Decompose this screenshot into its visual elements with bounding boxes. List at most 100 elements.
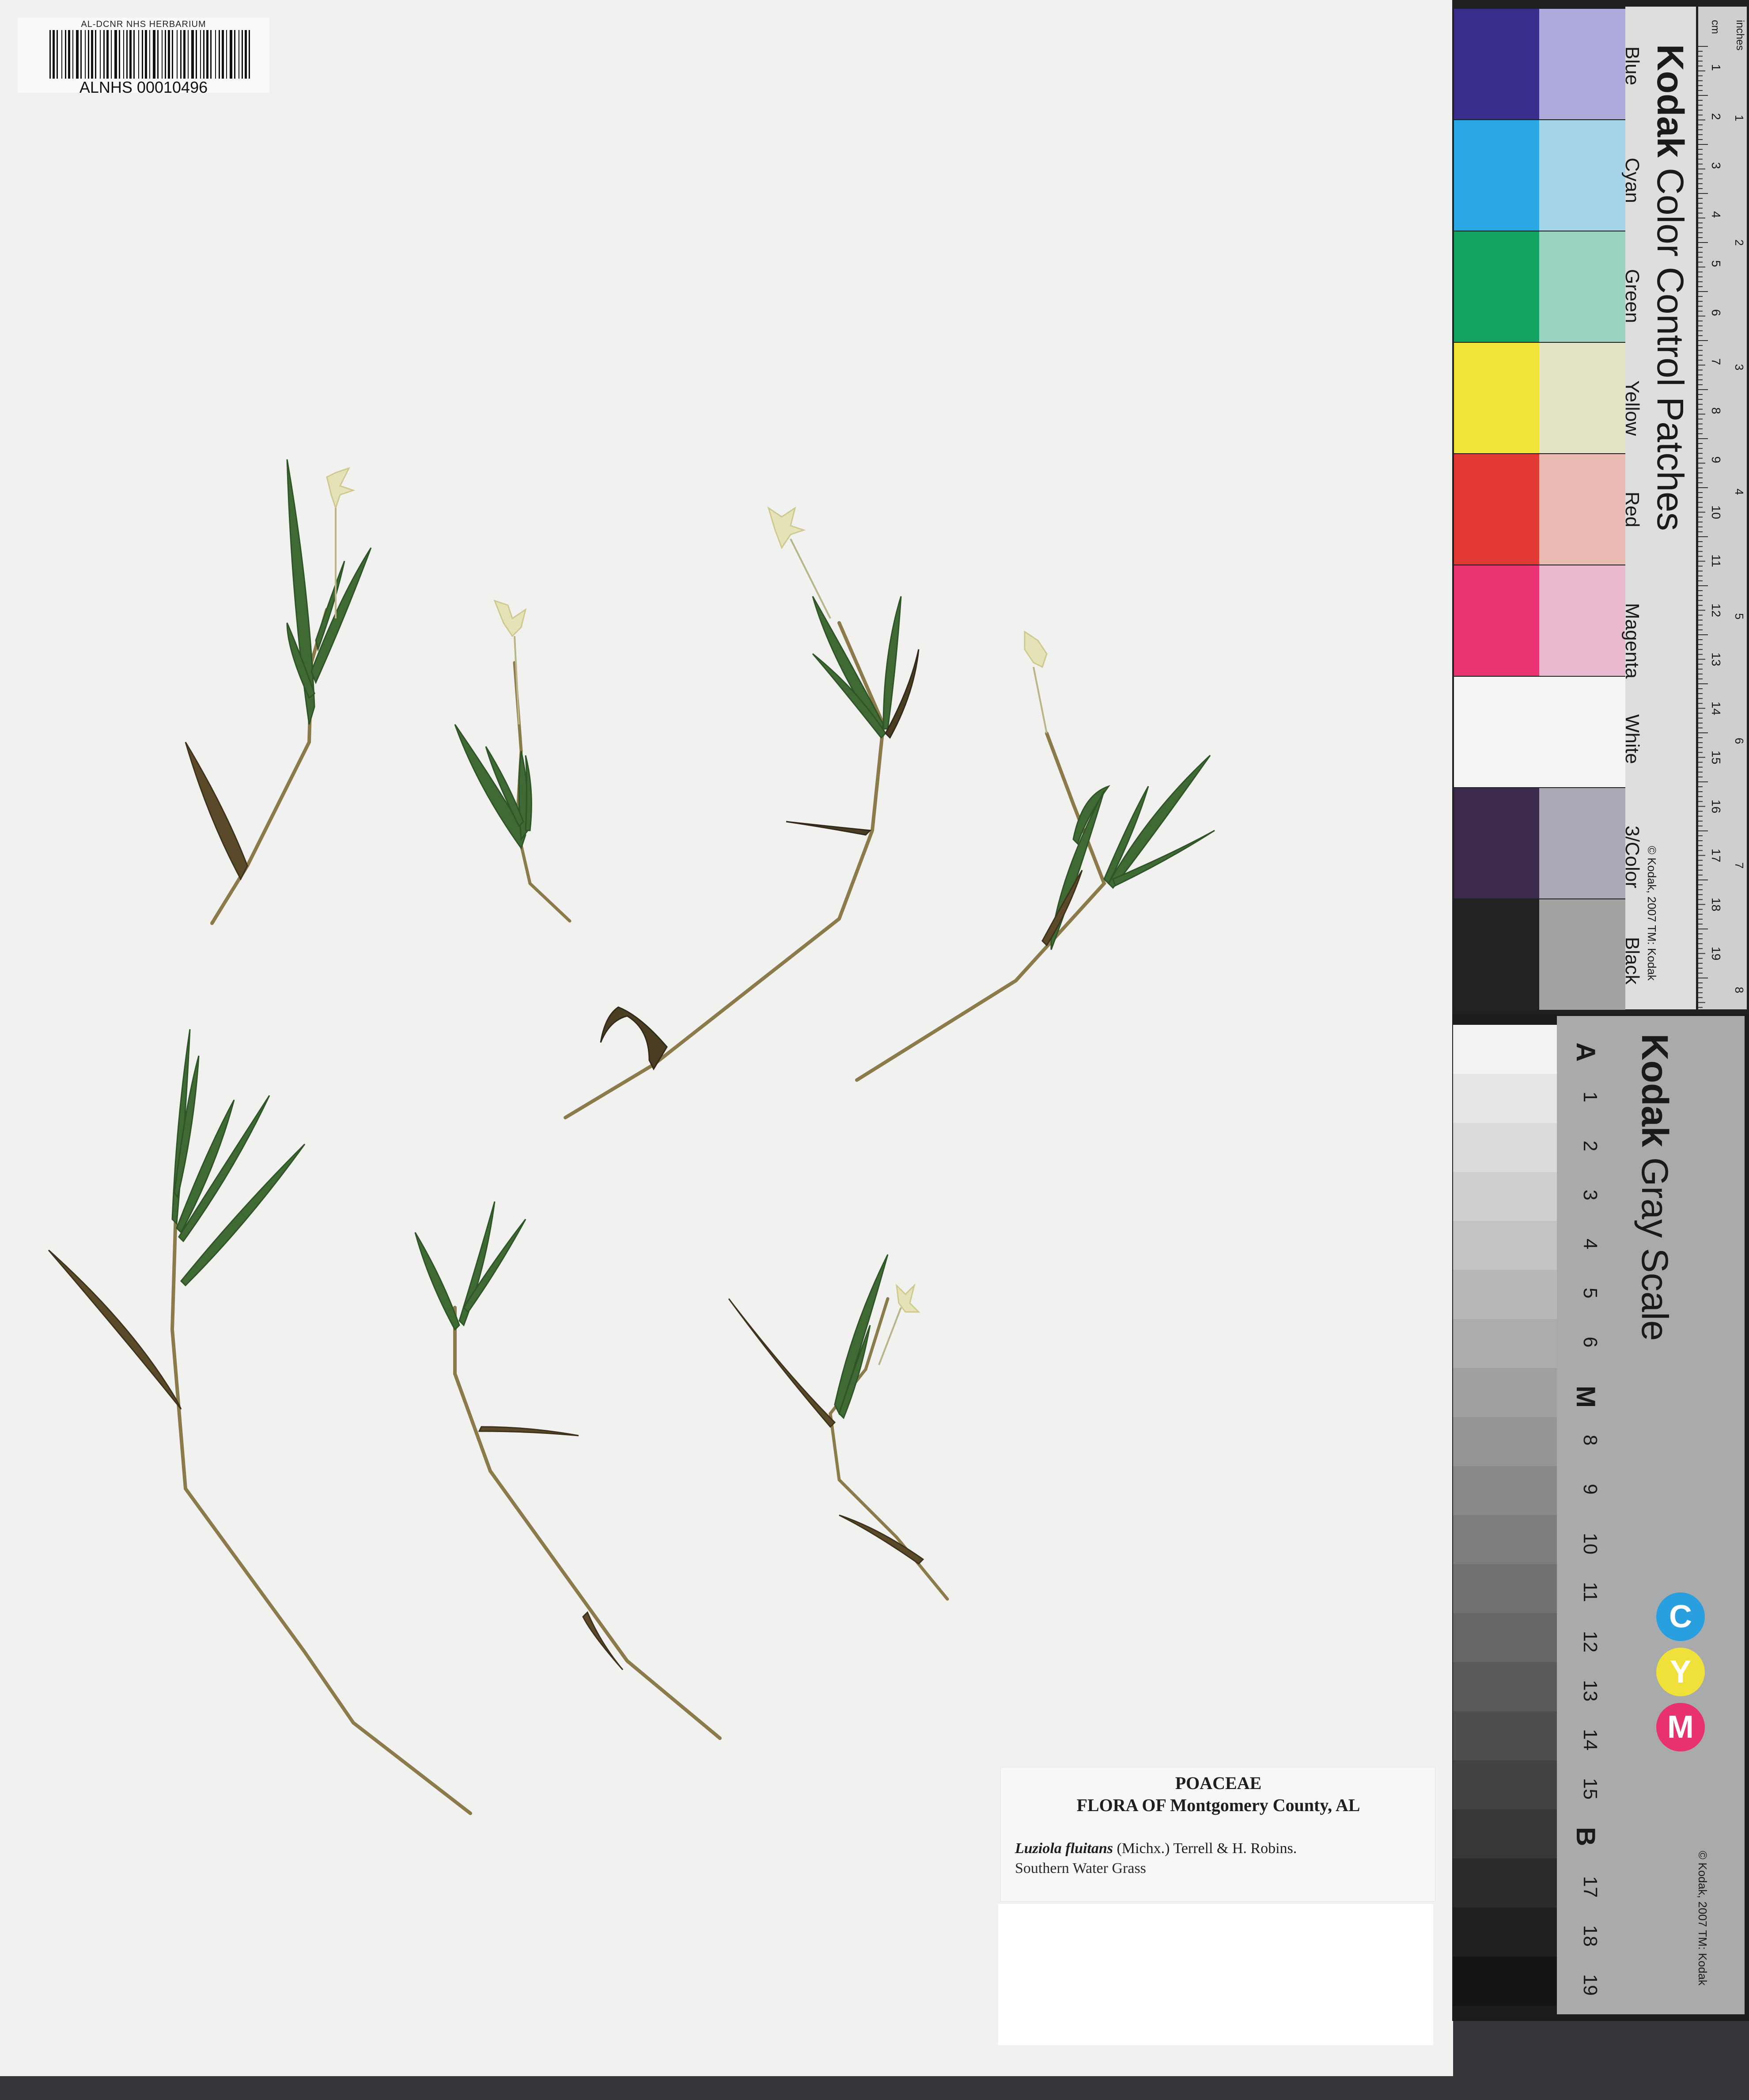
plant-stem — [564, 621, 886, 1119]
barcode-bar — [68, 30, 70, 79]
ruler-cm-number: 8 — [1709, 407, 1723, 414]
gray-step — [1453, 1270, 1557, 1319]
color-patch-3-color-light — [1539, 788, 1625, 898]
cym-dot-letter: Y — [1670, 1654, 1692, 1690]
color-patch-black-dark — [1454, 899, 1540, 1010]
barcode-bar — [72, 30, 73, 79]
ruler-inch-number: 7 — [1733, 862, 1746, 869]
barcode-bar — [180, 30, 182, 79]
barcode-bar — [183, 30, 186, 79]
barcode-bar — [126, 30, 128, 79]
color-patch-white-light — [1454, 677, 1625, 787]
barcode-bar — [153, 30, 155, 79]
barcode-bar — [133, 30, 135, 79]
gray-step — [1453, 1123, 1557, 1172]
color-card-copyright: © Kodak, 2007 TM: Kodak — [1645, 846, 1658, 981]
flower-stalk — [790, 538, 831, 619]
color-patch-red-dark — [1454, 454, 1540, 565]
ruler-cm-number: 15 — [1709, 751, 1723, 765]
plant-leaf — [1108, 754, 1211, 889]
barcode-bar — [206, 30, 208, 79]
color-patch-black-light — [1539, 899, 1625, 1010]
kodak-brand: Kodak — [1650, 44, 1691, 158]
plant-leaf — [454, 724, 526, 850]
flower-head — [326, 467, 356, 510]
gray-step-label: 12 — [1579, 1631, 1601, 1653]
ruler-inch-number: 4 — [1733, 489, 1746, 495]
gray-step-label: 2 — [1579, 1141, 1601, 1152]
plant-leaf — [582, 1611, 624, 1670]
gray-step-label: 1 — [1579, 1092, 1601, 1103]
color-patch-yellow-dark — [1454, 343, 1540, 453]
plant-leaf — [728, 1298, 836, 1428]
color-card-title: Kodak Color Control Patches — [1649, 44, 1692, 531]
barcode-bar — [114, 30, 117, 79]
barcode-bar — [238, 30, 239, 79]
barcode-bar — [88, 30, 89, 79]
gray-step — [1453, 1221, 1557, 1270]
patch-name: Yellow — [1621, 380, 1643, 436]
gray-step — [1453, 1858, 1557, 1908]
barcode-bar — [245, 30, 247, 79]
centimeter-ruler: cm inches 1 2 3 4 5 6 7 8 9 10 11 12 13 14 15 16 17 18 19 1… — [1698, 7, 1747, 1009]
ruler-cm-number: 17 — [1709, 849, 1723, 863]
barcode-bar — [111, 30, 112, 79]
gray-step — [1453, 1319, 1557, 1368]
color-patch-cyan-light — [1539, 120, 1625, 231]
ruler-cm-number: 12 — [1709, 603, 1723, 618]
gray-step-label: 14 — [1579, 1729, 1601, 1751]
ruler-cm-number: 16 — [1709, 800, 1723, 814]
plant-specimens — [48, 459, 1215, 1815]
plant-leaf — [478, 1426, 579, 1437]
patch-name: Blue — [1621, 46, 1643, 86]
ruler-inch-number: 3 — [1733, 364, 1746, 371]
plant-leaf — [1041, 870, 1083, 947]
ruler-cm-number: 3 — [1709, 162, 1723, 169]
gray-step — [1453, 1417, 1557, 1467]
common-name: Southern Water Grass — [1015, 1860, 1146, 1876]
color-patch-magenta-light — [1539, 565, 1625, 676]
barcode-bar — [61, 30, 62, 79]
flower-head — [767, 506, 806, 550]
barcode-bar — [106, 30, 109, 79]
barcode-bar — [53, 30, 55, 79]
barcode-bar — [188, 30, 189, 79]
plant-stem — [829, 1297, 949, 1601]
color-patch-3-color-dark — [1454, 788, 1540, 898]
gray-steps — [1453, 1016, 1557, 2014]
barcode-bar — [103, 30, 105, 79]
patch-name: 3/Color — [1621, 826, 1643, 888]
barcode-bar — [49, 30, 51, 79]
barcode-bar — [168, 30, 170, 79]
gray-card-title: Kodak Gray Scale — [1633, 1034, 1676, 1341]
gray-step — [1453, 1074, 1557, 1123]
barcode-bar — [162, 30, 163, 79]
barcode — [49, 30, 250, 79]
ruler-cm-number: 13 — [1709, 652, 1723, 667]
color-patch-cyan-dark — [1454, 120, 1540, 231]
gray-step — [1453, 1025, 1557, 1074]
barcode-bar — [230, 30, 232, 79]
gray-step — [1453, 1760, 1557, 1810]
flower-stalk — [1033, 667, 1048, 734]
gray-step-label: 5 — [1579, 1288, 1601, 1299]
color-patch-green-dark — [1454, 231, 1540, 342]
barcode-bar — [91, 30, 93, 79]
ruler-cm-number: 4 — [1709, 211, 1723, 218]
patch-name: White — [1621, 714, 1643, 764]
barcode-bar — [222, 30, 224, 79]
barcode-bar — [129, 30, 132, 79]
color-patch-magenta-dark — [1454, 565, 1540, 676]
ruler-cm-number: 14 — [1709, 701, 1723, 716]
plant-stem — [170, 1182, 472, 1815]
gray-step-label: A — [1571, 1042, 1601, 1062]
color-patch-blue-light — [1539, 9, 1625, 119]
color-card-text-column: Kodak Color Control Patches Blue Cyan Gree… — [1621, 7, 1696, 1009]
gray-step-label: 17 — [1579, 1876, 1601, 1898]
cym-dot-m: M — [1656, 1703, 1705, 1751]
barcode-label: AL-DCNR NHS HERBARIUM ALNHS 00010496 — [18, 18, 269, 96]
gray-card-copyright: © Kodak, 2007 TM: Kodak — [1696, 1851, 1709, 1986]
scientific-name-line: Luziola fluitans (Michx.) Terrell & H. R… — [1015, 1840, 1297, 1857]
barcode-bar — [215, 30, 216, 79]
gray-step-label: 11 — [1579, 1582, 1601, 1602]
